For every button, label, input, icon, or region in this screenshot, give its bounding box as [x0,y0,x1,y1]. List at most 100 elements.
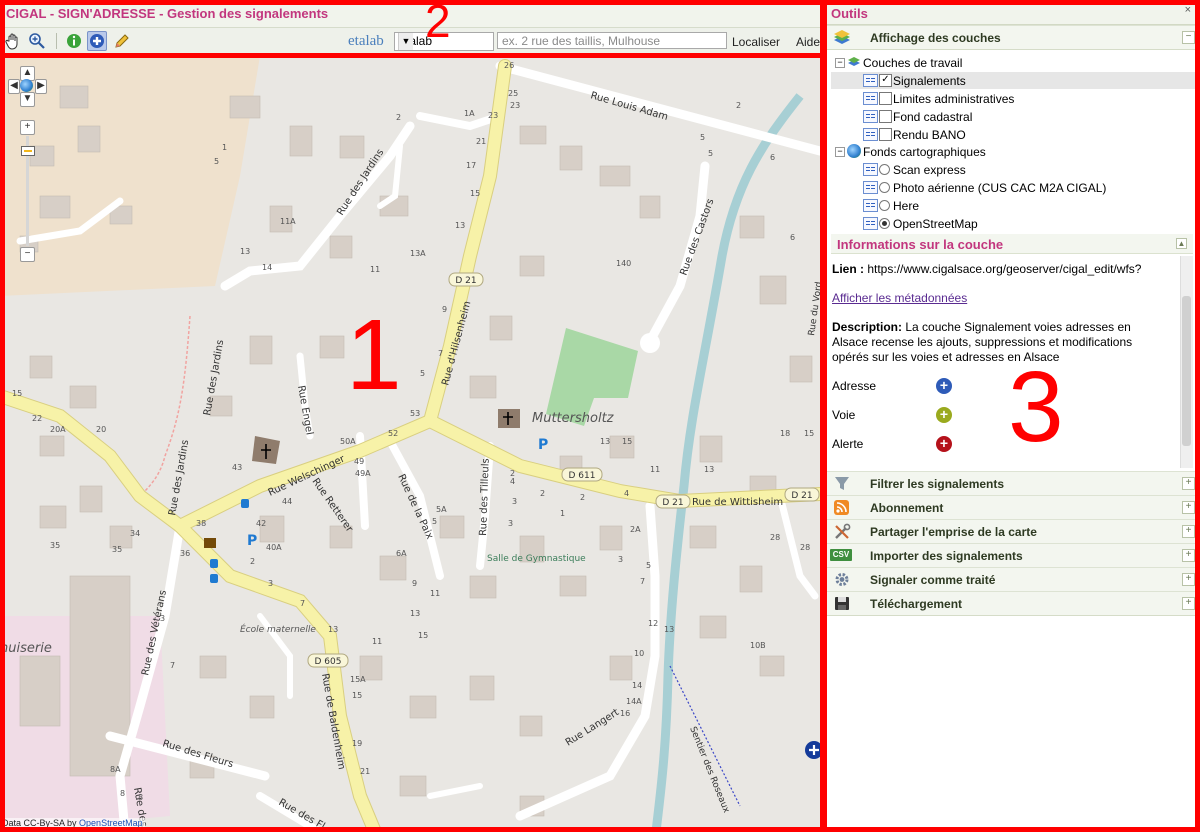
layer-checkbox-cadastre[interactable] [879,110,892,123]
legend-label-adresse: Adresse [832,379,877,393]
layer-group-base[interactable]: − Fonds cartographiques [831,143,1200,160]
svg-text:2: 2 [540,489,545,498]
zoom-slider-handle[interactable] [21,146,35,156]
svg-text:21: 21 [476,137,486,146]
svg-text:2: 2 [396,113,401,122]
street-label-langert: Rue Langert [564,707,621,749]
expand-icon[interactable]: + [1182,525,1195,538]
map-canvas[interactable]: D 21 D 611 D 21 D 21 D 605 Rue Louis Ada… [0,56,825,832]
base-layer-osm[interactable]: OpenStreetMap [831,215,1200,232]
svg-text:140: 140 [616,259,631,268]
help-button[interactable]: Aide [796,35,820,49]
expand-icon[interactable]: + [1182,549,1195,562]
app-title: CIGAL - SIGN'ADRESSE - Gestion des signa… [6,6,329,21]
svg-text:25: 25 [508,89,518,98]
chevron-down-icon[interactable]: ▼ [398,33,413,50]
pencil-icon[interactable] [112,31,132,51]
pan-right-button[interactable]: ▶ [35,79,47,94]
svg-text:13: 13 [704,465,714,474]
svg-text:15A: 15A [350,675,366,684]
layer-checkbox-limites[interactable] [879,92,892,105]
base-radio-photo[interactable] [879,182,890,193]
tree-collapse-icon[interactable]: − [835,58,845,68]
layer-info-scrollbar[interactable] [1180,256,1193,468]
layer-checkbox-signalements[interactable]: ✓ [879,74,892,87]
pan-hand-icon[interactable] [3,31,23,51]
zoom-in-icon[interactable] [27,31,47,51]
svg-text:36: 36 [180,549,190,558]
svg-text:5: 5 [214,157,219,166]
expand-icon[interactable]: + [1182,597,1195,610]
svg-text:11: 11 [650,465,660,474]
section-filter-header[interactable]: Filtrer les signalements + [827,471,1200,496]
map-view[interactable]: D 21 D 611 D 21 D 21 D 605 Rue Louis Ada… [0,56,825,832]
street-label-tilleuls: Rue des Tilleuls [478,458,492,536]
layer-legend-icon [863,181,878,194]
svg-text:11: 11 [370,265,380,274]
base-layer-photo[interactable]: Photo aérienne (CUS CAC M2A CIGAL) [831,179,1200,196]
metadata-link[interactable]: Afficher les métadonnées [832,291,967,306]
layer-item-bano[interactable]: Rendu BANO [831,126,1200,143]
collapse-icon[interactable]: ▲ [1176,238,1187,249]
svg-text:52: 52 [388,429,398,438]
scrollbar-thumb[interactable] [1182,296,1191,446]
expand-icon[interactable]: + [1182,501,1195,514]
base-layer-here[interactable]: Here [831,197,1200,214]
path-label-roseaux: Sentier des Roseaux [687,725,731,815]
pan-left-button[interactable]: ◀ [8,79,20,94]
svg-text:4: 4 [624,489,629,498]
section-import-header[interactable]: CSV Importer des signalements + [827,543,1200,568]
svg-text:11: 11 [372,637,382,646]
geocoder-source-select[interactable]: Etalab ▼ [394,32,494,51]
svg-text:15: 15 [622,437,632,446]
zoom-in-button[interactable]: + [20,120,35,135]
svg-text:4: 4 [510,477,515,486]
info-icon[interactable] [64,31,84,51]
layer-info-header[interactable]: Informations sur la couche ▲ [831,234,1193,254]
road-ref-d21-far-east: D 21 [784,487,820,502]
street-label-wittisheim: Rue de Wittisheim [692,497,783,508]
svg-text:15: 15 [470,189,480,198]
section-layers-header[interactable]: Affichage des couches − [827,25,1200,50]
tree-collapse-icon[interactable]: − [835,147,845,157]
svg-text:5: 5 [646,561,651,570]
expand-icon[interactable]: + [1182,477,1195,490]
svg-text:3: 3 [508,519,513,528]
description-label: Description: [832,320,903,334]
section-download-header[interactable]: Téléchargement + [827,591,1200,616]
layer-item-limites[interactable]: Limites administratives [831,90,1200,107]
close-icon[interactable]: × [1185,4,1191,16]
expand-icon[interactable]: + [1182,573,1195,586]
layer-checkbox-bano[interactable] [879,128,892,141]
pan-home-globe-icon[interactable] [20,79,33,92]
collapse-icon[interactable]: − [1182,31,1195,44]
road-ref-d21-far-east-label: D 21 [791,491,812,501]
section-share-header[interactable]: Partager l'emprise de la carte + [827,519,1200,544]
locate-button[interactable]: Localiser [732,35,780,49]
svg-text:35: 35 [112,545,122,554]
pan-down-button[interactable]: ▼ [20,92,35,107]
svg-text:15: 15 [804,429,814,438]
zoom-out-button[interactable]: − [20,247,35,262]
base-radio-here[interactable] [879,200,890,211]
layer-group-work[interactable]: − Couches de travail [831,54,1200,71]
base-radio-scan[interactable] [879,164,890,175]
section-download-label: Téléchargement [870,597,963,611]
add-icon[interactable] [87,31,107,51]
layer-label: Rendu BANO [893,128,966,142]
base-radio-osm[interactable] [879,218,890,229]
section-filter-label: Filtrer les signalements [870,477,1005,491]
road-ref-d611-label: D 611 [569,471,596,481]
address-search-input[interactable] [497,32,727,49]
layer-link-url[interactable]: https://www.cigalsace.org/geoserver/ciga… [867,262,1141,276]
section-subscribe-header[interactable]: Abonnement + [827,495,1200,520]
layer-item-signalements[interactable]: ✓ Signalements [831,72,1200,89]
openstreetmap-link[interactable]: OpenStreetMap [79,818,143,828]
svg-text:13: 13 [600,437,610,446]
section-markdone-header[interactable]: Signaler comme traité + [827,567,1200,592]
layer-item-cadastre[interactable]: Fond cadastral [831,108,1200,125]
base-layer-scan[interactable]: Scan express [831,161,1200,178]
attribution-text: Data CC-By-SA by [2,818,77,828]
svg-text:18: 18 [780,429,790,438]
legend-label-alerte: Alerte [832,437,864,451]
